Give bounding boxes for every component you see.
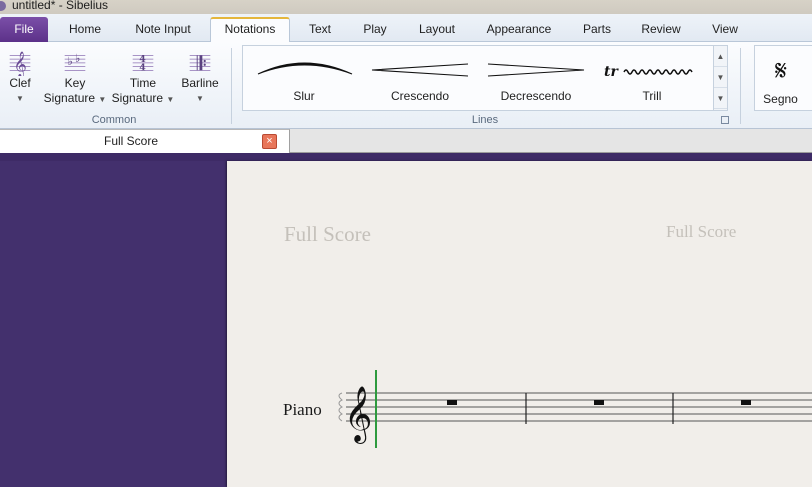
gallery-item-slur[interactable]: Slur: [248, 46, 360, 110]
decrescendo-icon: [487, 63, 585, 77]
clef-button[interactable]: 𝄞 Clef ▼: [0, 46, 40, 106]
document-tab-bar: Full Score ×: [0, 129, 812, 153]
svg-text:𝄞: 𝄞: [13, 51, 26, 76]
staff-bracket: [338, 392, 343, 422]
svg-text:♭: ♭: [75, 52, 80, 65]
tab-review[interactable]: Review: [632, 17, 690, 42]
key-signature-label-line1: Key: [64, 76, 86, 90]
clef-label: Clef: [9, 76, 31, 90]
piano-staff[interactable]: 𝄞: [330, 360, 812, 460]
gallery-label-decrescendo: Decrescendo: [500, 89, 572, 103]
gallery-label-slur: Slur: [293, 89, 315, 103]
gallery-item-crescendo[interactable]: Crescendo: [364, 46, 476, 110]
group-label-lines: Lines: [471, 114, 499, 126]
document-tab-label: Full Score: [103, 134, 159, 148]
svg-text:𝄋: 𝄋: [775, 54, 787, 86]
segno-button[interactable]: 𝄋 Segno: [754, 45, 812, 111]
document-tab-full-score[interactable]: Full Score ×: [0, 129, 290, 153]
barline-icon: [189, 55, 211, 71]
ribbon-panel: 𝄞 Clef ▼ ♭ ♭ Key Signature ▼ 4 4 Time Si…: [0, 42, 812, 129]
segno-icon: 𝄋: [775, 54, 787, 86]
ribbon-tab-bar: File Home Note Input Notations Text Play…: [0, 14, 812, 42]
tab-play[interactable]: Play: [352, 17, 398, 42]
tab-parts[interactable]: Parts: [574, 17, 620, 42]
slur-icon: [257, 62, 353, 75]
scroll-up-icon[interactable]: ▲: [714, 46, 727, 67]
chevron-down-icon: ▼: [196, 94, 204, 103]
window-title: untitled* - Sibelius: [12, 0, 109, 12]
svg-text:♭: ♭: [68, 55, 73, 68]
chevron-down-icon: ▼: [98, 95, 107, 104]
time-signature-label-line2: Signature: [111, 91, 164, 105]
tab-appearance[interactable]: Appearance: [478, 17, 560, 42]
chevron-down-icon: ▼: [16, 94, 24, 103]
time-signature-button[interactable]: 4 4 Time Signature ▼: [110, 46, 176, 107]
time-signature-icon: 4 4: [132, 54, 154, 73]
dialog-launcher-icon[interactable]: [721, 116, 729, 124]
gallery-label-crescendo: Crescendo: [390, 89, 450, 103]
lines-gallery: Slur Crescendo Decrescendo tr Trill ▲ ▼ …: [242, 45, 728, 111]
score-header-left: Full Score: [284, 222, 371, 246]
treble-clef-icon: 𝄞: [344, 386, 372, 444]
trill-glyph: tr: [604, 64, 619, 80]
whole-rest-bar3[interactable]: [741, 400, 751, 405]
gallery-label-trill: Trill: [642, 89, 662, 103]
whole-rest-bar2[interactable]: [594, 400, 604, 405]
tab-home[interactable]: Home: [58, 17, 112, 42]
segno-label: Segno: [763, 92, 798, 106]
barline-label: Barline: [181, 76, 219, 90]
scroll-down-icon[interactable]: ▼: [714, 67, 727, 88]
gallery-scrollbar[interactable]: ▲ ▼ ▼: [713, 46, 727, 110]
gallery-expand-icon[interactable]: ▼: [714, 88, 727, 109]
tab-note-input[interactable]: Note Input: [122, 17, 204, 42]
crescendo-icon: [371, 63, 469, 77]
instrument-name: Piano: [283, 400, 322, 419]
tab-file[interactable]: File: [0, 17, 48, 42]
tab-view[interactable]: View: [702, 17, 748, 42]
tab-notations[interactable]: Notations: [210, 17, 290, 42]
tab-text[interactable]: Text: [298, 17, 342, 42]
key-signature-icon: ♭ ♭: [64, 52, 86, 71]
barline-button[interactable]: Barline ▼: [178, 46, 222, 106]
whole-rest-bar1[interactable]: [447, 400, 457, 405]
group-label-common: Common: [91, 114, 137, 126]
svg-text:4: 4: [139, 62, 146, 73]
treble-clef-icon: 𝄞: [9, 51, 31, 76]
close-icon[interactable]: ×: [262, 134, 277, 149]
key-signature-button[interactable]: ♭ ♭ Key Signature ▼: [42, 46, 108, 107]
staff-lines: [346, 392, 812, 422]
gallery-item-decrescendo[interactable]: Decrescendo: [480, 46, 592, 110]
key-signature-label-line2: Signature: [43, 91, 96, 105]
score-header-right: Full Score: [666, 222, 737, 241]
title-bar: untitled* - Sibelius: [0, 0, 812, 14]
sibelius-app-icon: [0, 1, 6, 11]
group-separator: [740, 48, 741, 124]
canvas-top-strip: [0, 153, 812, 161]
chevron-down-icon: ▼: [166, 95, 175, 104]
tab-layout[interactable]: Layout: [409, 17, 465, 42]
trill-icon: tr: [604, 64, 693, 80]
time-signature-label-line1: Time: [129, 76, 157, 90]
group-separator: [231, 48, 232, 124]
gallery-item-trill[interactable]: tr Trill: [596, 46, 708, 110]
